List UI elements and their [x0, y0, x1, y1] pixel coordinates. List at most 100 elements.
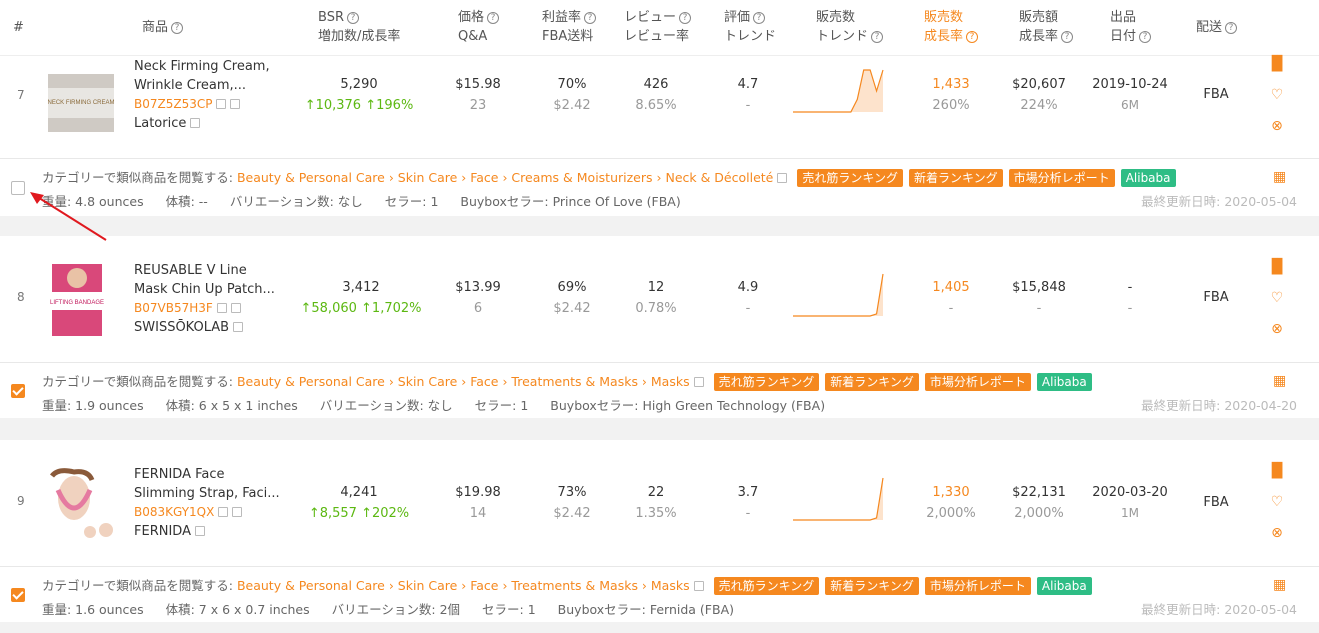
- help-icon[interactable]: ?: [871, 31, 884, 43]
- product-info: REUSABLE V Line Mask Chin Up Patch... B07…: [134, 261, 294, 337]
- new-ranking-tag[interactable]: 新着ランキング: [825, 373, 919, 391]
- sparkline-area: [793, 70, 883, 112]
- help-icon[interactable]: ?: [753, 12, 766, 24]
- market-report-tag[interactable]: 市場分析レポート: [1008, 169, 1115, 187]
- help-icon[interactable]: ?: [171, 22, 184, 34]
- asin-link[interactable]: B07VB57H3F: [134, 301, 213, 315]
- external-link-icon[interactable]: [693, 581, 704, 591]
- help-icon[interactable]: ?: [966, 31, 979, 43]
- category-breadcrumb[interactable]: Beauty & Personal Care › Skin Care › Fac…: [237, 578, 690, 593]
- help-icon[interactable]: ?: [584, 12, 597, 24]
- header-ship[interactable]: 配送?: [1196, 18, 1238, 37]
- chat-icon[interactable]: [232, 507, 243, 517]
- calculator-icon[interactable]: ▦: [1273, 170, 1287, 184]
- bestseller-ranking-tag[interactable]: 売れ筋ランキング: [713, 577, 820, 595]
- row-checkbox[interactable]: [11, 588, 25, 602]
- external-link-icon[interactable]: [216, 303, 227, 313]
- row-actions: ▐▌ ♡ ⊗: [1266, 460, 1288, 553]
- header-sales-growth[interactable]: 販売数 成長率?: [924, 8, 979, 46]
- price-cell: $15.98 23: [455, 77, 501, 113]
- thumb-label: NECK FIRMING CREAM: [47, 100, 114, 106]
- asin-link[interactable]: B083KGY1QX: [134, 505, 214, 519]
- header-sales-trend[interactable]: 販売数 トレンド?: [816, 8, 884, 46]
- sales-trend-sparkline[interactable]: [792, 270, 884, 320]
- bestseller-ranking-tag[interactable]: 売れ筋ランキング: [713, 373, 820, 391]
- header-profit[interactable]: 利益率? FBA送料: [542, 8, 597, 46]
- external-link-icon[interactable]: [777, 173, 788, 183]
- chart-bars-icon[interactable]: ▐▌: [1266, 460, 1288, 482]
- category-breadcrumb[interactable]: Beauty & Personal Care › Skin Care › Fac…: [237, 170, 773, 185]
- row-checkbox[interactable]: [11, 181, 25, 195]
- new-ranking-tag[interactable]: 新着ランキング: [909, 169, 1003, 187]
- annotation-arrow: [30, 192, 107, 241]
- product-info: Neck Firming Cream, Wrinkle Cream,... B07…: [134, 57, 294, 133]
- market-report-tag[interactable]: 市場分析レポート: [924, 577, 1031, 595]
- last-updated: 最終更新日時: 2020-05-04: [1141, 602, 1297, 617]
- external-link-icon[interactable]: [216, 99, 227, 109]
- heart-icon[interactable]: ♡: [1266, 84, 1288, 106]
- header-bsr[interactable]: BSR? 増加数/成長率: [318, 8, 400, 46]
- review-cell: 12 0.78%: [635, 280, 677, 316]
- external-link-icon[interactable]: [693, 377, 704, 387]
- alibaba-tag[interactable]: Alibaba: [1120, 169, 1176, 187]
- category-breadcrumb[interactable]: Beauty & Personal Care › Skin Care › Fac…: [237, 374, 690, 389]
- chat-icon[interactable]: [230, 99, 241, 109]
- new-ranking-tag[interactable]: 新着ランキング: [825, 577, 919, 595]
- revenue-cell: $15,848-: [1012, 280, 1066, 316]
- chart-bars-icon[interactable]: ▐▌: [1266, 53, 1288, 75]
- support-icon[interactable]: ⊗: [1266, 115, 1288, 137]
- external-link-icon[interactable]: [218, 507, 229, 517]
- header-rating[interactable]: 評価? トレンド: [724, 8, 776, 46]
- header-product: 商品?: [142, 18, 184, 37]
- category-line: カテゴリーで類似商品を閲覧する: Beauty & Personal Care …: [42, 167, 1176, 187]
- product-row-9: 9 FERNIDA Face Slimming Strap, Faci... B0…: [0, 440, 1319, 570]
- help-icon[interactable]: ?: [487, 12, 500, 24]
- product-title[interactable]: Neck Firming Cream, Wrinkle Cream,...: [134, 57, 294, 95]
- chat-icon[interactable]: [230, 303, 241, 313]
- sales-trend-sparkline[interactable]: [792, 66, 884, 116]
- sparkline-area: [793, 478, 883, 520]
- external-link-icon[interactable]: [190, 118, 201, 128]
- calculator-icon[interactable]: ▦: [1273, 578, 1287, 592]
- external-link-icon[interactable]: [233, 322, 244, 332]
- rating-cell: 4.9-: [737, 280, 759, 316]
- heart-icon[interactable]: ♡: [1266, 491, 1288, 513]
- meta-line: 重量: 1.9 ounces 体積: 6 x 5 x 1 inches バリエーショ…: [42, 398, 826, 413]
- support-icon[interactable]: ⊗: [1266, 522, 1288, 544]
- profit-cell: 73% $2.42: [553, 485, 591, 521]
- heart-icon[interactable]: ♡: [1266, 287, 1288, 309]
- market-report-tag[interactable]: 市場分析レポート: [924, 373, 1031, 391]
- listed-cell: 2019-10-24 6M: [1092, 77, 1168, 112]
- header-revenue[interactable]: 販売額 成長率?: [1019, 8, 1074, 46]
- header-review[interactable]: レビュー? レビュー率: [624, 8, 692, 46]
- row-checkbox[interactable]: [11, 384, 25, 398]
- row-9-details: カテゴリーで類似商品を閲覧する: Beauty & Personal Care …: [0, 566, 1319, 622]
- help-icon[interactable]: ?: [1061, 31, 1074, 43]
- calculator-icon[interactable]: ▦: [1273, 374, 1287, 388]
- product-thumbnail[interactable]: NECK FIRMING CREAM: [44, 66, 118, 140]
- product-thumbnail[interactable]: [44, 466, 118, 540]
- last-updated: 最終更新日時: 2020-05-04: [1141, 194, 1297, 209]
- product-title[interactable]: FERNIDA Face Slimming Strap, Faci...: [134, 465, 294, 503]
- header-price[interactable]: 価格? Q&A: [458, 8, 500, 46]
- help-icon[interactable]: ?: [1139, 31, 1152, 43]
- help-icon[interactable]: ?: [1225, 22, 1238, 34]
- alibaba-tag[interactable]: Alibaba: [1036, 373, 1092, 391]
- brand-link[interactable]: FERNIDA: [134, 524, 191, 539]
- alibaba-tag[interactable]: Alibaba: [1036, 577, 1092, 595]
- support-icon[interactable]: ⊗: [1266, 318, 1288, 340]
- product-thumbnail[interactable]: LIFTING BANDAGE: [44, 262, 118, 336]
- sales-trend-sparkline[interactable]: [792, 474, 884, 524]
- brand-link[interactable]: Latorice: [134, 116, 186, 131]
- row-index: 8: [17, 290, 25, 304]
- external-link-icon[interactable]: [194, 526, 205, 536]
- brand-link[interactable]: SWISSŌKOLAB: [134, 320, 229, 335]
- asin-link[interactable]: B07Z5Z53CP: [134, 97, 212, 111]
- review-cell: 22 1.35%: [635, 485, 677, 521]
- help-icon[interactable]: ?: [346, 12, 359, 24]
- chart-bars-icon[interactable]: ▐▌: [1266, 256, 1288, 278]
- bestseller-ranking-tag[interactable]: 売れ筋ランキング: [797, 169, 904, 187]
- product-title[interactable]: REUSABLE V Line Mask Chin Up Patch...: [134, 261, 294, 299]
- header-listed[interactable]: 出品 日付?: [1110, 8, 1152, 46]
- help-icon[interactable]: ?: [679, 12, 692, 24]
